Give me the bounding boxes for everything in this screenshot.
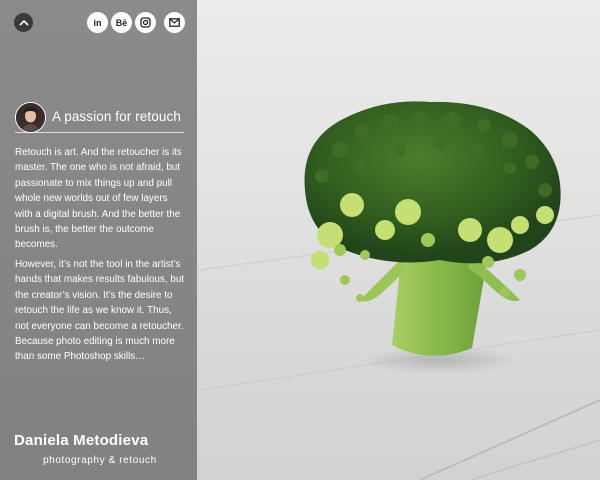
- mail-icon: [169, 18, 180, 27]
- behance-icon: Bē: [115, 17, 128, 28]
- author-portrait-icon: [16, 103, 45, 132]
- divider: [15, 132, 184, 133]
- brand-tagline: photography & retouch: [43, 455, 157, 466]
- sidebar-panel: in Bē A passion for retouch Retouch is a…: [0, 0, 197, 480]
- chevron-up-icon: [18, 19, 29, 26]
- section-title: A passion for retouch: [52, 109, 181, 124]
- behance-link[interactable]: Bē: [111, 12, 132, 33]
- scroll-up-button[interactable]: [14, 13, 33, 32]
- brand-initial: D: [14, 432, 26, 449]
- brand-name: aniela Metodieva: [25, 432, 149, 449]
- brand-logo[interactable]: Daniela Metodieva: [14, 432, 148, 449]
- instagram-link[interactable]: [135, 12, 156, 33]
- linkedin-link[interactable]: in: [87, 12, 108, 33]
- linkedin-icon: in: [93, 17, 102, 28]
- avatar: [15, 102, 46, 133]
- instagram-icon: [140, 17, 151, 28]
- intro-paragraph-2: However, it’s not the tool in the artist…: [15, 259, 185, 363]
- intro-paragraph: Retouch is art. And the retoucher is its…: [15, 147, 182, 251]
- email-link[interactable]: [164, 12, 185, 33]
